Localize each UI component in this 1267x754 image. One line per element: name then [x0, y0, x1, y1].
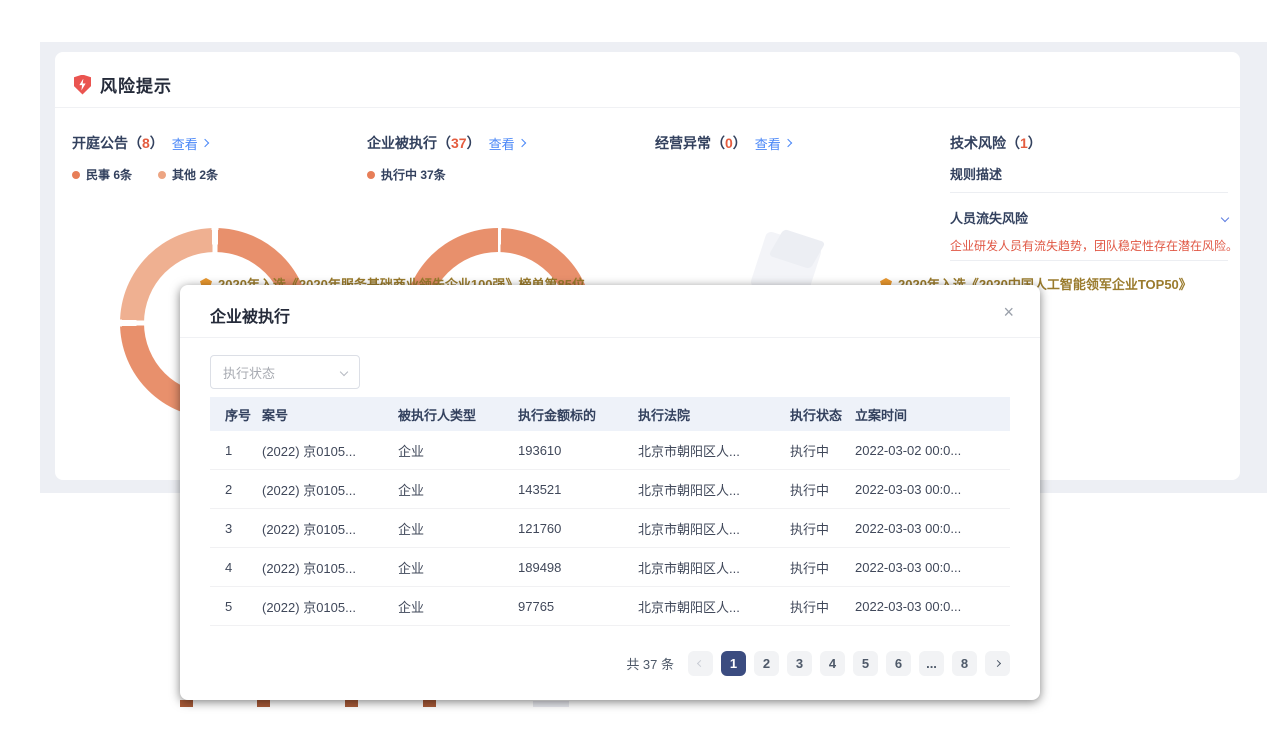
enforcement-modal: 企业被执行 × 执行状态 序号 案号 被执行人类型 执行金额标的 执行法院 执行…	[180, 285, 1040, 700]
close-icon[interactable]: ×	[1003, 303, 1014, 321]
legend-item: 其他 2条	[158, 166, 218, 183]
chevron-right-icon	[994, 660, 1001, 667]
page-button-5[interactable]: 5	[853, 651, 878, 676]
legend-dot-icon	[367, 171, 375, 179]
risk-shield-icon	[74, 75, 91, 95]
page-button-4[interactable]: 4	[820, 651, 845, 676]
page-button-8[interactable]: 8	[952, 651, 977, 676]
page-button-2[interactable]: 2	[754, 651, 779, 676]
total-count-label: 共 37 条	[626, 654, 674, 673]
table-row: 2 (2022) 京0105... 企业 143521 北京市朝阳区人... 执…	[210, 470, 1010, 509]
abnormal-count: 0	[725, 135, 733, 151]
card-title: 风险提示	[100, 72, 172, 97]
staff-loss-risk-accordion[interactable]: 人员流失风险	[950, 208, 1228, 227]
execution-status-select[interactable]: 执行状态	[210, 355, 360, 389]
page-button-6[interactable]: 6	[886, 651, 911, 676]
select-placeholder: 执行状态	[223, 363, 275, 382]
view-abnormal-link[interactable]: 查看	[755, 134, 791, 153]
legend-dot-icon	[158, 171, 166, 179]
court-count: 8	[142, 135, 150, 151]
bar-chart-fragment	[345, 700, 358, 707]
table-header-row: 序号 案号 被执行人类型 执行金额标的 执行法院 执行状态 立案时间	[210, 397, 1010, 431]
section-title-abnormal-operation: 经营异常（0） 查看	[655, 133, 791, 153]
bar-chart-fragment	[423, 700, 436, 707]
chevron-down-icon	[340, 368, 348, 376]
modal-header-divider	[180, 337, 1040, 338]
enforcement-count: 37	[451, 135, 467, 151]
enforcement-table: 序号 案号 被执行人类型 执行金额标的 执行法院 执行状态 立案时间 1 (20…	[210, 397, 1010, 626]
prev-page-button[interactable]	[688, 651, 713, 676]
risk-name: 人员流失风险	[950, 208, 1028, 227]
chevron-left-icon	[697, 660, 704, 667]
card-header: 风险提示	[74, 72, 172, 97]
rule-description-label: 规则描述	[950, 164, 1002, 183]
view-enforcement-link[interactable]: 查看	[489, 134, 525, 153]
tech-risk-divider	[950, 192, 1228, 193]
header-divider	[55, 107, 1240, 108]
table-row: 5 (2022) 京0105... 企业 97765 北京市朝阳区人... 执行…	[210, 587, 1010, 626]
table-row: 1 (2022) 京0105... 企业 193610 北京市朝阳区人... 执…	[210, 431, 1010, 470]
section-title-tech-risk: 技术风险（1）	[950, 133, 1042, 153]
modal-title: 企业被执行	[210, 303, 290, 327]
ellipsis-pages-button[interactable]: ...	[919, 651, 944, 676]
tech-risk-count: 1	[1020, 135, 1028, 151]
chevron-right-icon	[784, 139, 792, 147]
legend-item: 执行中 37条	[367, 166, 446, 183]
section-title-court-announcement: 开庭公告（8） 查看	[72, 133, 208, 153]
table-row: 3 (2022) 京0105... 企业 121760 北京市朝阳区人... 执…	[210, 509, 1010, 548]
risk-description: 企业研发人员有流失趋势，团队稳定性存在潜在风险。	[950, 237, 1240, 254]
court-legend: 民事 6条 其他 2条	[72, 166, 218, 183]
legend-dot-icon	[72, 171, 80, 179]
page-button-1[interactable]: 1	[721, 651, 746, 676]
tech-risk-divider	[950, 260, 1228, 261]
section-title-enforcement: 企业被执行（37） 查看	[367, 133, 525, 153]
next-page-button[interactable]	[985, 651, 1010, 676]
chevron-right-icon	[201, 139, 209, 147]
bar-chart-fragment	[257, 700, 270, 707]
view-court-link[interactable]: 查看	[172, 134, 208, 153]
bar-chart-fragment	[180, 700, 193, 707]
table-row: 4 (2022) 京0105... 企业 189498 北京市朝阳区人... 执…	[210, 548, 1010, 587]
pagination: 共 37 条 1 2 3 4 5 6 ... 8	[626, 651, 1010, 676]
chevron-down-icon	[1221, 213, 1229, 221]
chevron-right-icon	[517, 139, 525, 147]
legend-item: 民事 6条	[72, 166, 132, 183]
bar-chart-fragment	[533, 701, 569, 707]
enforcement-legend: 执行中 37条	[367, 166, 446, 183]
page-button-3[interactable]: 3	[787, 651, 812, 676]
